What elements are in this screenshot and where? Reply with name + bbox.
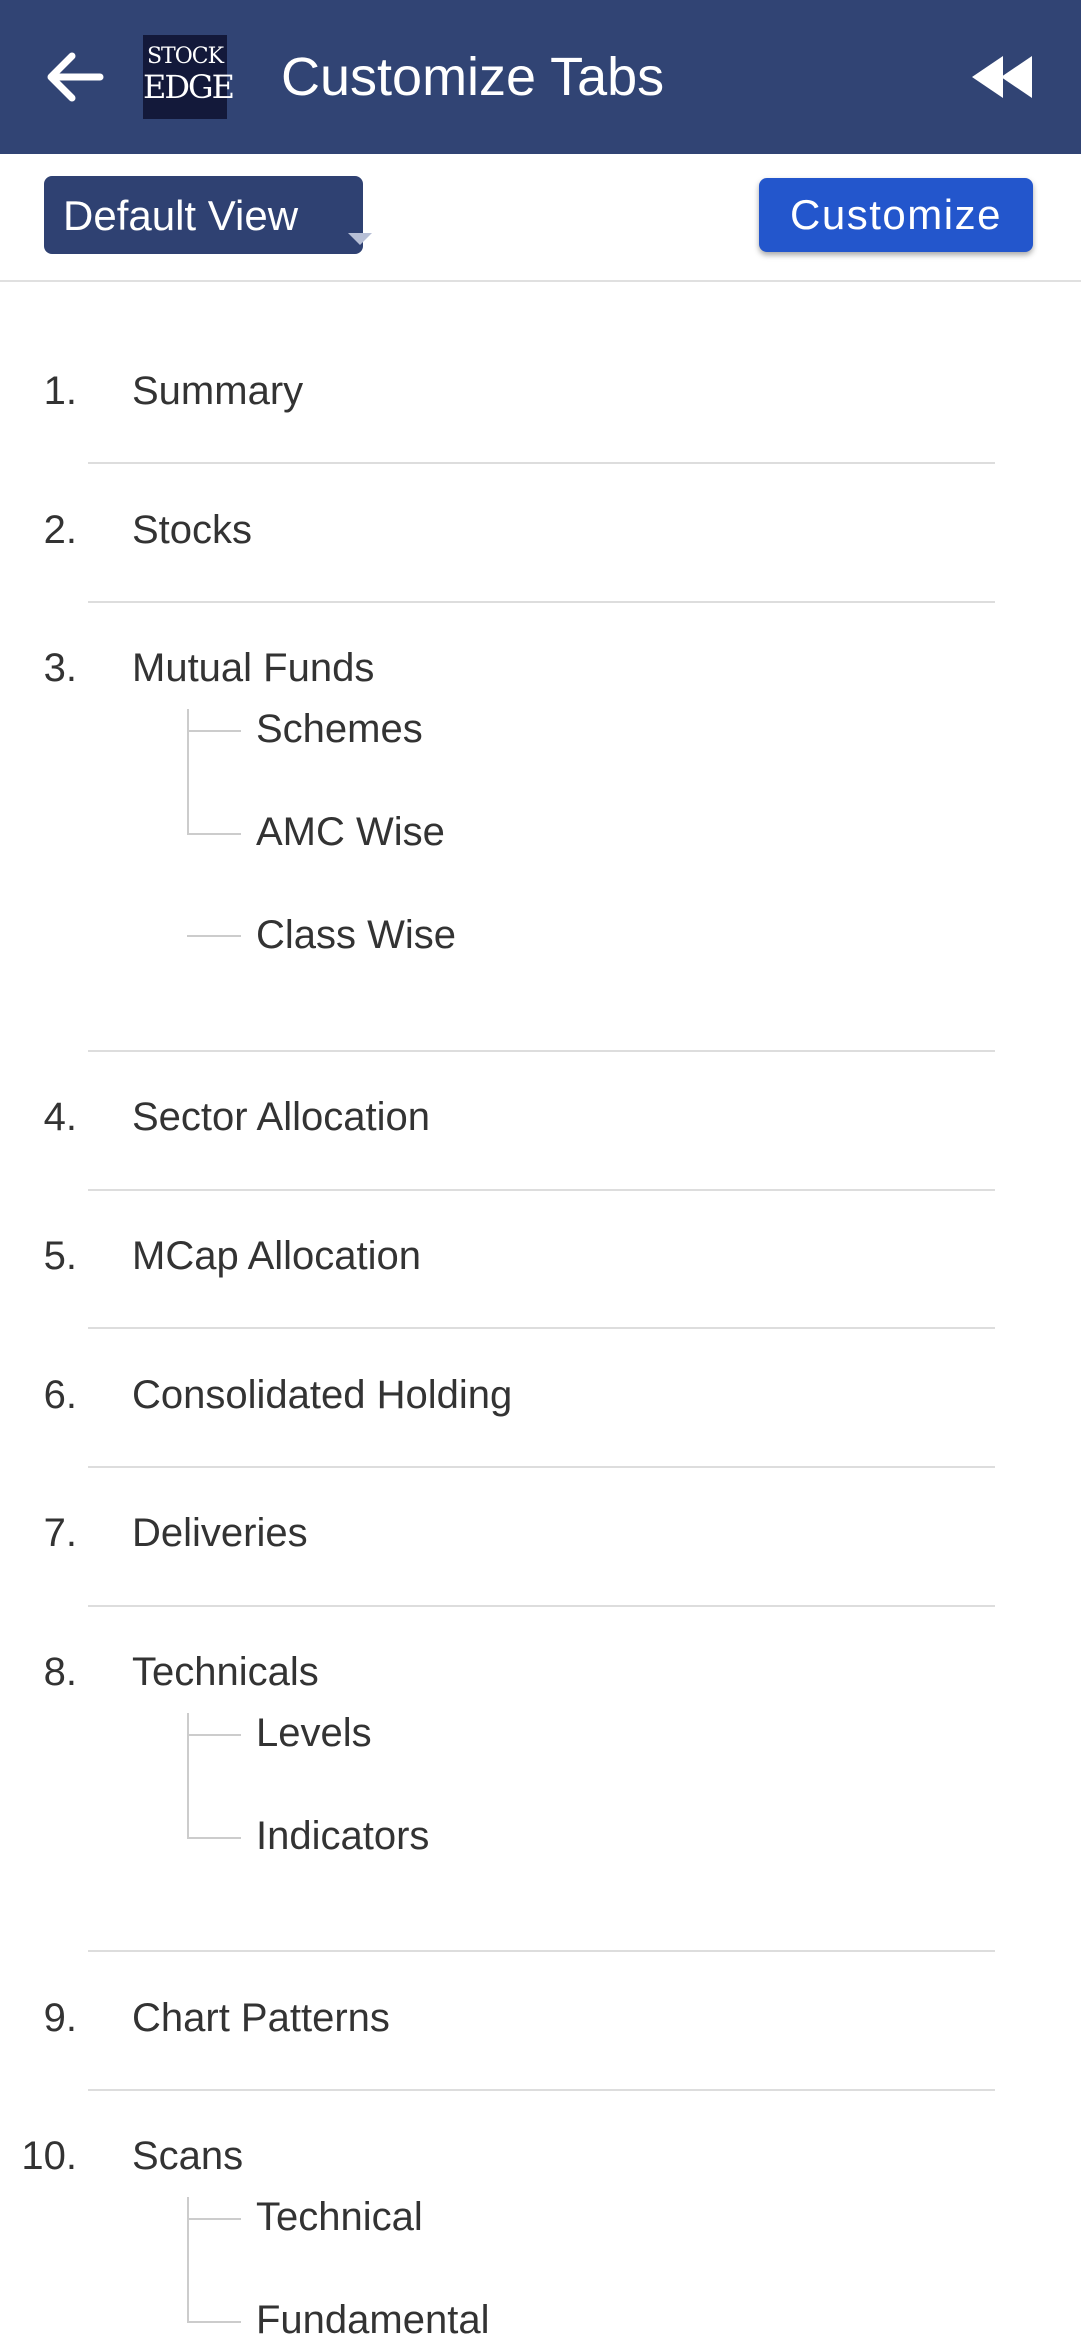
tabs-list: 1. Summary 2. Stocks 3. Mutual Funds Sch… <box>0 282 1081 2343</box>
sub-item[interactable]: Class Wise <box>256 912 456 958</box>
collapse-button[interactable] <box>968 50 1038 104</box>
item-label[interactable]: Consolidated Holding <box>132 1372 512 1418</box>
tree-branch <box>187 730 241 732</box>
divider <box>88 1950 995 1952</box>
divider <box>88 462 995 464</box>
item-number: 7. <box>43 1511 77 1555</box>
tree-line <box>187 1713 189 1837</box>
item-number: 2. <box>43 508 77 552</box>
tree-branch <box>187 935 241 937</box>
tree-branch <box>187 833 241 835</box>
view-select-value: Default View <box>63 192 299 239</box>
item-label[interactable]: Chart Patterns <box>132 1995 390 2041</box>
tree-branch <box>187 1734 241 1736</box>
item-label[interactable]: Deliveries <box>132 1510 308 1556</box>
tree-branch <box>187 2218 241 2220</box>
item-number: 1. <box>43 369 77 413</box>
item-label[interactable]: Summary <box>132 368 303 414</box>
item-number: 3. <box>43 646 77 690</box>
item-label[interactable]: MCap Allocation <box>132 1233 421 1279</box>
tree-branch <box>187 1837 241 1839</box>
customize-button[interactable]: Customize <box>759 178 1033 252</box>
logo-line-2: EDGE <box>143 68 235 106</box>
divider <box>88 1327 995 1329</box>
item-number: 10. <box>21 2134 77 2178</box>
item-number: 5. <box>43 1234 77 1278</box>
item-label[interactable]: Scans <box>132 2133 243 2179</box>
divider <box>88 2089 995 2091</box>
divider <box>88 1605 995 1607</box>
divider <box>88 1189 995 1191</box>
view-select[interactable]: Default View <box>44 176 372 254</box>
arrow-left-icon <box>47 52 104 102</box>
tree-branch <box>187 2321 241 2323</box>
back-button[interactable] <box>40 42 110 112</box>
stockedge-logo: STOCK EDGE <box>143 35 235 119</box>
double-chevron-left-icon <box>972 56 1032 98</box>
sub-item[interactable]: Fundamental <box>256 2297 489 2343</box>
divider <box>88 601 995 603</box>
tree-line <box>187 2197 189 2323</box>
logo-line-1: STOCK <box>146 44 224 69</box>
item-label[interactable]: Stocks <box>132 507 252 553</box>
sub-item[interactable]: Schemes <box>256 706 423 752</box>
item-number: 9. <box>43 1996 77 2040</box>
view-toolbar: Default View Customize <box>0 154 1081 282</box>
item-label[interactable]: Technicals <box>132 1649 319 1695</box>
page-title: Customize Tabs <box>281 47 665 107</box>
sub-item[interactable]: Technical <box>256 2194 423 2240</box>
sub-item[interactable]: AMC Wise <box>256 809 445 855</box>
caret-down-icon <box>348 233 372 245</box>
item-number: 4. <box>43 1095 77 1139</box>
app-bar: STOCK EDGE Customize Tabs <box>0 0 1081 154</box>
divider <box>88 1466 995 1468</box>
sub-item[interactable]: Levels <box>256 1710 372 1756</box>
divider <box>88 1050 995 1052</box>
tree-line <box>187 709 189 835</box>
item-label[interactable]: Sector Allocation <box>132 1094 430 1140</box>
item-number: 6. <box>43 1373 77 1417</box>
sub-item[interactable]: Indicators <box>256 1813 429 1859</box>
item-number: 8. <box>43 1650 77 1694</box>
item-label[interactable]: Mutual Funds <box>132 645 374 691</box>
